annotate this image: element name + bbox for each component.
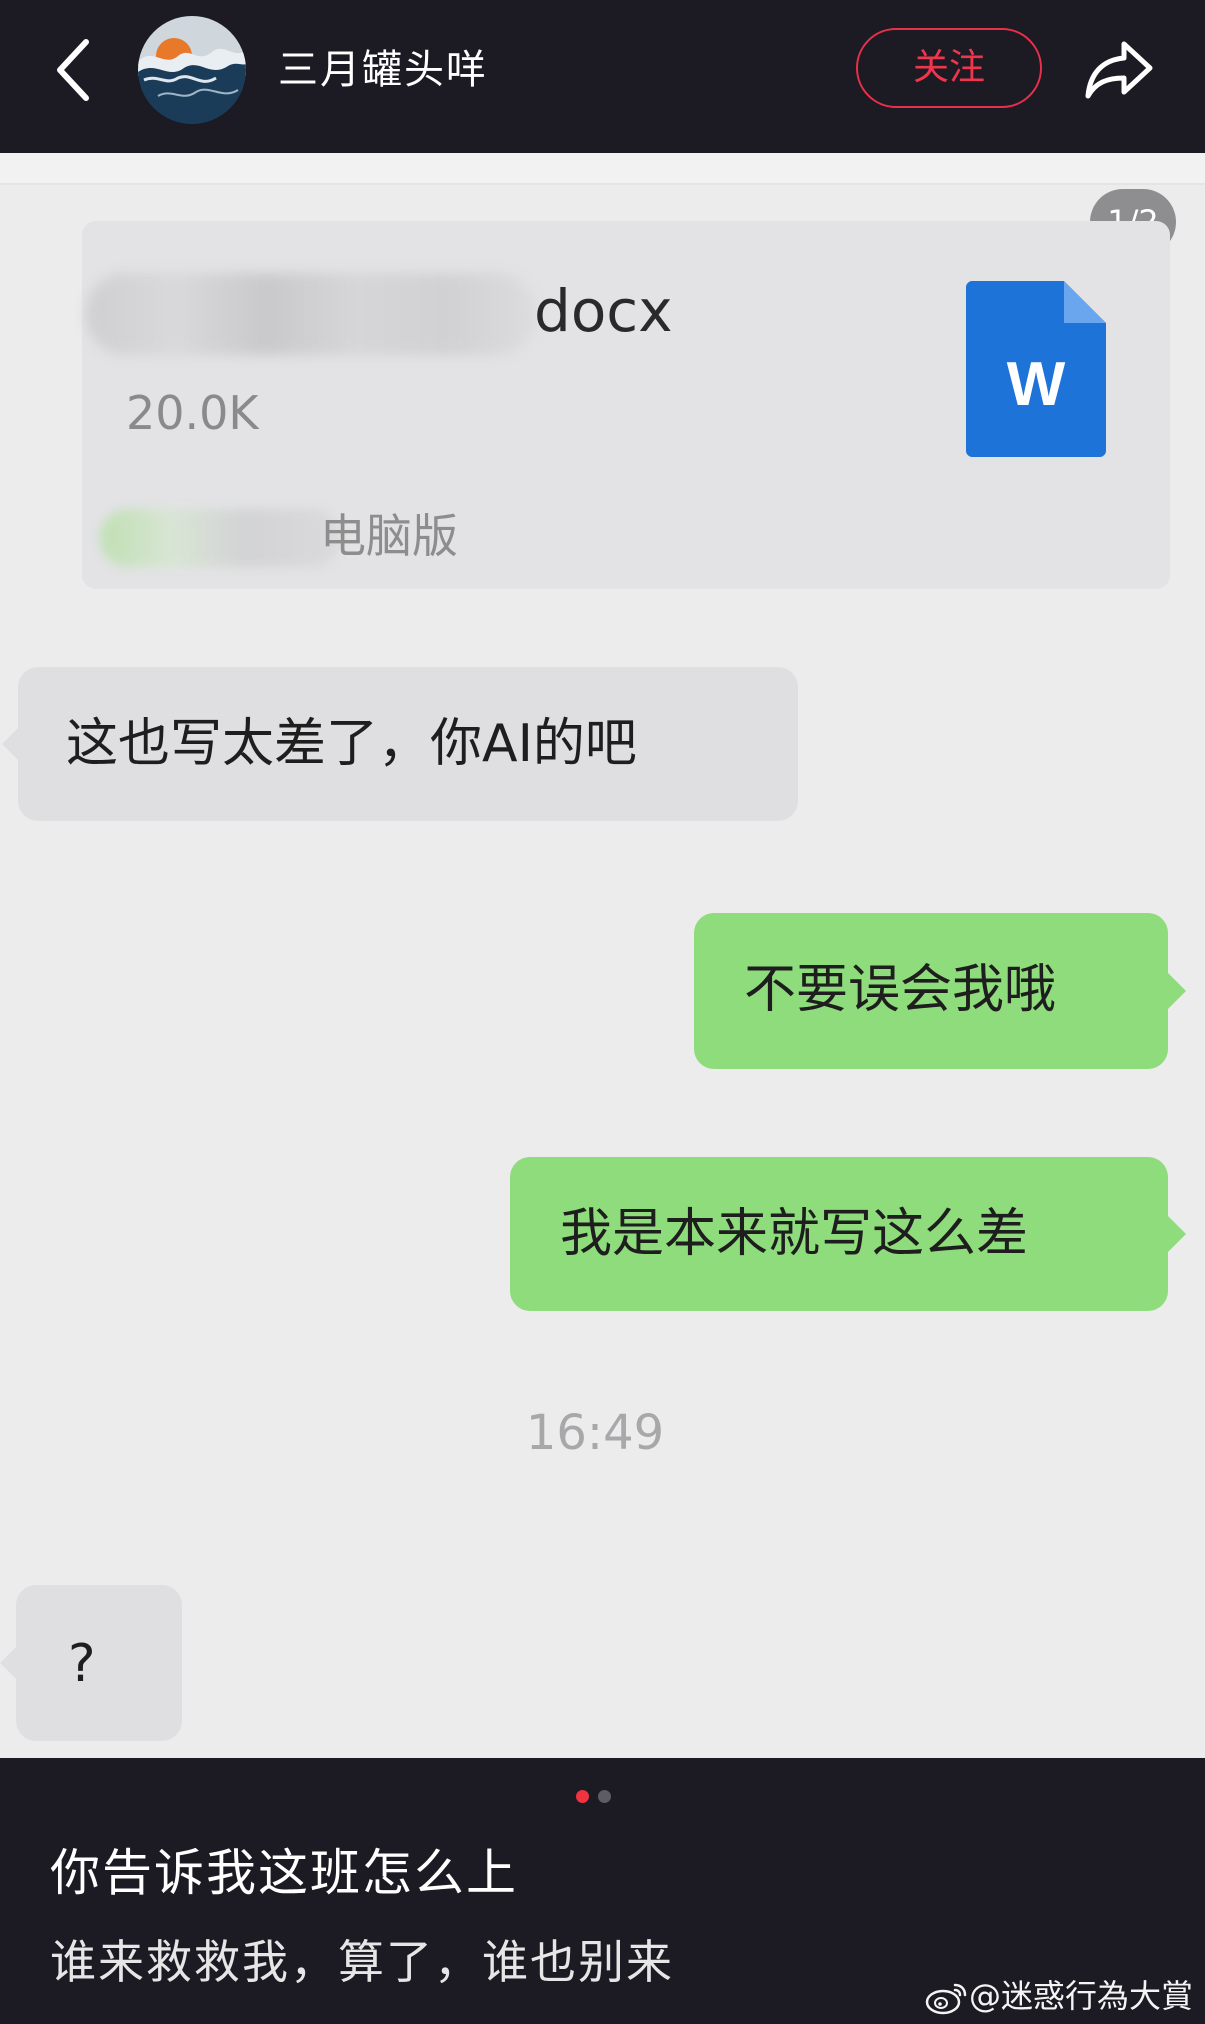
file-source-label: 电脑版	[320, 509, 458, 563]
message-text: 我是本来就写这么差	[560, 1204, 1029, 1264]
pagination-dot[interactable]	[598, 1790, 611, 1803]
message-text: 不要误会我哦	[744, 960, 1057, 1020]
back-button[interactable]	[48, 30, 108, 110]
blurred-source-icon	[100, 509, 340, 567]
blurred-file-name	[86, 273, 536, 355]
watermark-text: @迷惑行為大賞	[968, 1977, 1193, 2015]
follow-button[interactable]: 关注	[856, 28, 1042, 108]
author-name[interactable]: 三月罐头咩	[278, 42, 488, 98]
file-extension: docx	[534, 277, 673, 345]
word-doc-icon: W	[966, 281, 1106, 457]
file-size: 20.0K	[126, 386, 259, 440]
post-viewer: 三月罐头咩 关注 1/2 docx 20.0K 电脑版 W 这也写太差了，你A	[0, 0, 1205, 2024]
share-button[interactable]	[1080, 30, 1160, 110]
word-icon-letter: W	[1007, 350, 1066, 419]
pagination-dot-active[interactable]	[576, 1790, 589, 1803]
chevron-left-icon	[57, 39, 89, 101]
chat-bubble-received: 这也写太差了，你AI的吧	[2, 667, 798, 821]
chat-bubble-sent: 我是本来就写这么差	[510, 1157, 1186, 1311]
image-pagination-dots	[576, 1788, 620, 1804]
chat-bubble-received: ?	[0, 1585, 182, 1741]
chat-bubble-sent: 不要误会我哦	[694, 913, 1186, 1069]
post-image[interactable]: 1/2 docx 20.0K 电脑版 W 这也写太差了，你AI的吧 不要误会我哦…	[0, 153, 1205, 1758]
file-attachment-card: docx 20.0K 电脑版 W	[82, 221, 1170, 589]
post-body: 谁来救救我，算了，谁也别来	[50, 1935, 674, 1989]
author-avatar[interactable]	[138, 16, 246, 124]
post-caption: 你告诉我这班怎么上 谁来救救我，算了，谁也别来 @迷惑行為大賞	[0, 1758, 1205, 2024]
chat-timestamp: 16:49	[525, 1405, 665, 1461]
watermark: @迷惑行為大賞	[925, 1976, 1193, 2016]
avatar-image	[138, 16, 246, 124]
message-text: 这也写太差了，你AI的吧	[66, 714, 637, 774]
post-title: 你告诉我这班怎么上	[50, 1844, 518, 1902]
message-text: ?	[68, 1634, 96, 1694]
weibo-icon	[925, 1983, 967, 2015]
top-bar: 三月罐头咩 关注	[0, 0, 1205, 153]
share-arrow-icon	[1085, 41, 1153, 99]
image-top-strip	[0, 153, 1205, 185]
